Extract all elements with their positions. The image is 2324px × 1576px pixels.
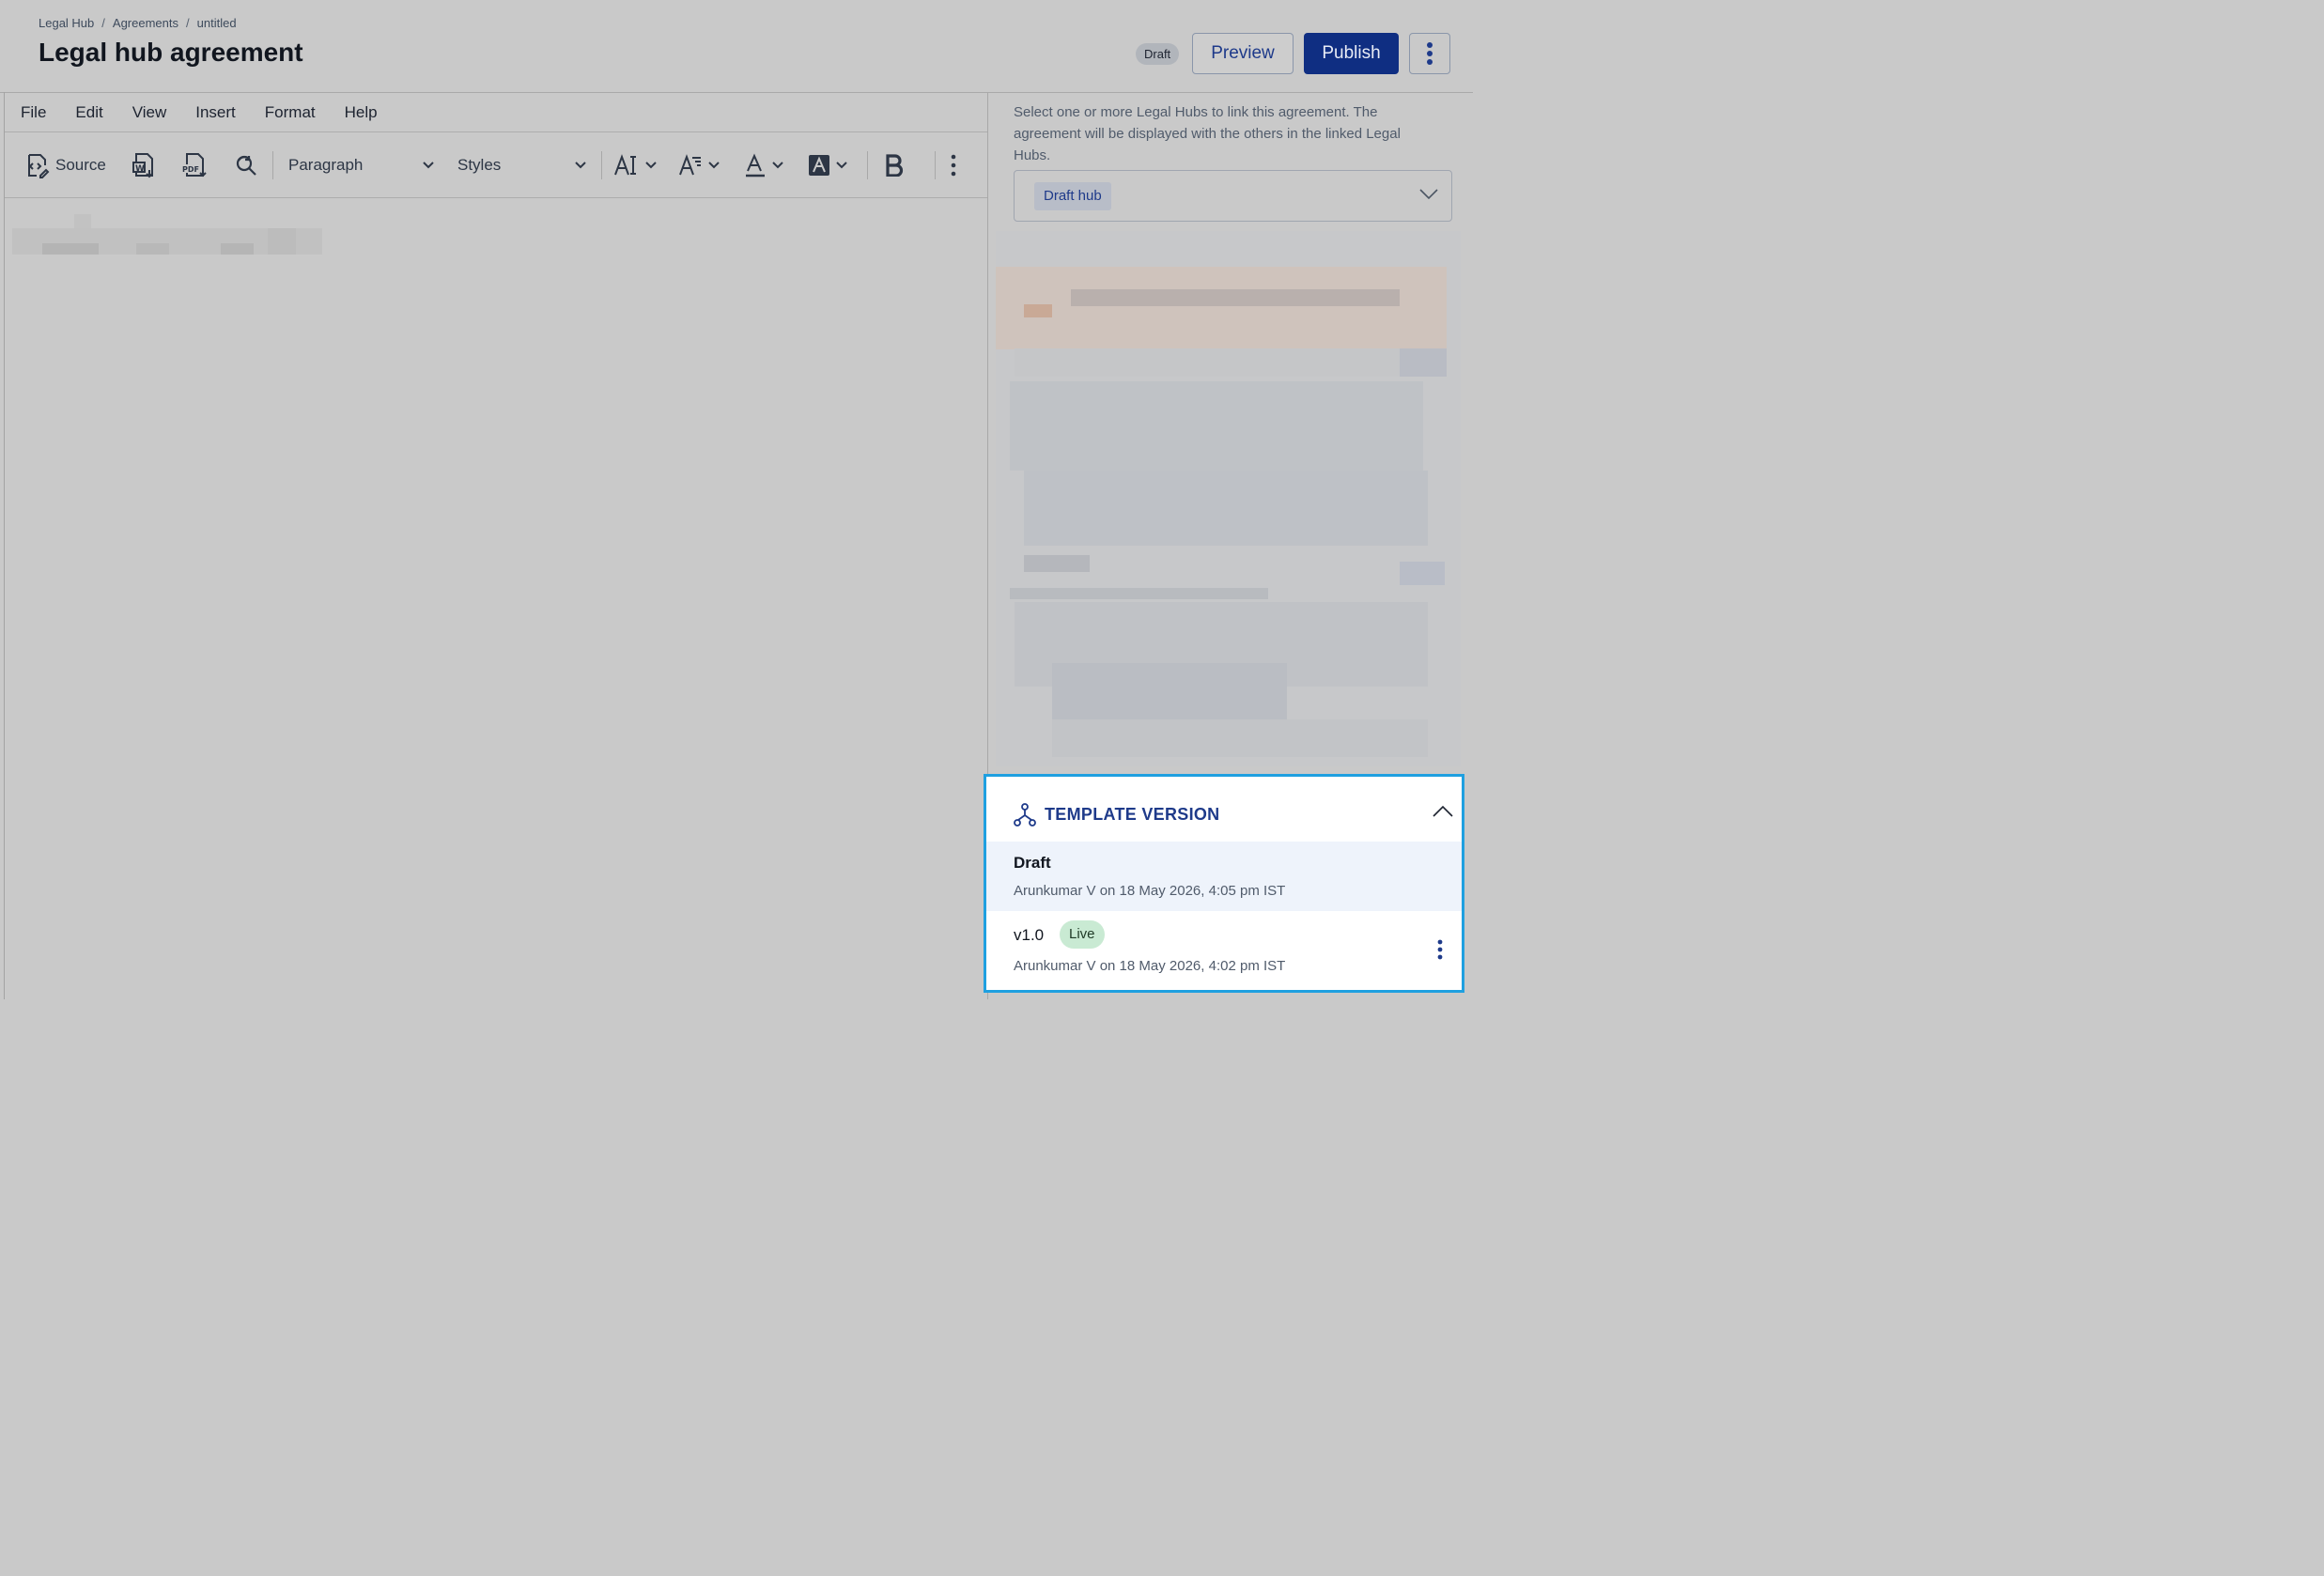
preview-button[interactable]: Preview bbox=[1192, 33, 1294, 74]
font-family-icon bbox=[679, 153, 701, 175]
more-actions-button[interactable] bbox=[1409, 33, 1450, 74]
version-branch-icon bbox=[1014, 803, 1036, 827]
svg-text:PDF: PDF bbox=[182, 165, 199, 174]
chevron-up-icon[interactable] bbox=[1433, 805, 1453, 817]
status-badge: Draft bbox=[1136, 43, 1180, 65]
breadcrumb: Legal Hub / Agreements / untitled bbox=[39, 16, 237, 30]
legal-hub-description: Select one or more Legal Hubs to link th… bbox=[1014, 104, 1401, 163]
menu-view[interactable]: View bbox=[116, 103, 180, 122]
export-pdf-button[interactable]: PDF bbox=[180, 132, 209, 197]
legal-hub-select[interactable]: Draft hub bbox=[1014, 170, 1452, 222]
highlight-color-dropdown[interactable] bbox=[808, 132, 847, 197]
toolbar-separator bbox=[867, 151, 868, 179]
toolbar-more-button[interactable] bbox=[950, 132, 957, 197]
blurred-panel-content bbox=[996, 231, 1461, 766]
font-color-icon bbox=[746, 153, 765, 177]
breadcrumb-separator: / bbox=[101, 16, 105, 30]
breadcrumb-separator: / bbox=[186, 16, 190, 30]
paragraph-dropdown[interactable]: Paragraph bbox=[288, 132, 434, 197]
toolbar-separator bbox=[935, 151, 936, 179]
page-title: Legal hub agreement bbox=[39, 38, 303, 67]
template-version-header[interactable]: TEMPLATE VERSION bbox=[986, 777, 1462, 841]
paragraph-label: Paragraph bbox=[288, 155, 364, 174]
menu-help[interactable]: Help bbox=[329, 103, 391, 122]
version-row-v1[interactable]: v1.0 Live Arunkumar V on 18 May 2026, 4:… bbox=[986, 911, 1462, 990]
version-meta: Arunkumar V on 18 May 2026, 4:02 pm IST bbox=[1014, 958, 1286, 974]
source-button[interactable]: Source bbox=[23, 132, 106, 197]
version-name: Draft bbox=[1014, 854, 1051, 872]
source-code-icon bbox=[28, 153, 50, 178]
template-version-title: TEMPLATE VERSION bbox=[1045, 805, 1220, 824]
chevron-down-icon bbox=[575, 161, 586, 168]
chevron-down-icon bbox=[708, 161, 720, 168]
publish-button[interactable]: Publish bbox=[1304, 33, 1399, 74]
menu-format[interactable]: Format bbox=[249, 103, 329, 122]
background-color-icon bbox=[809, 154, 829, 176]
bold-button[interactable] bbox=[884, 132, 905, 197]
selected-hub-chip[interactable]: Draft hub bbox=[1034, 182, 1111, 210]
font-size-dropdown[interactable] bbox=[613, 132, 657, 197]
svg-text:W: W bbox=[135, 164, 145, 174]
find-replace-icon bbox=[236, 155, 256, 176]
menu-edit[interactable]: Edit bbox=[59, 103, 116, 122]
word-export-icon: W bbox=[132, 152, 153, 178]
bold-icon bbox=[886, 153, 904, 177]
pdf-export-icon: PDF bbox=[182, 152, 207, 177]
breadcrumb-current: untitled bbox=[196, 16, 237, 30]
chevron-down-icon bbox=[1419, 189, 1438, 200]
font-size-icon bbox=[614, 153, 636, 175]
version-meta: Arunkumar V on 18 May 2026, 4:05 pm IST bbox=[1014, 883, 1286, 899]
editor-menubar: File Edit View Insert Format Help bbox=[5, 93, 987, 132]
kebab-icon[interactable] bbox=[1436, 939, 1444, 960]
breadcrumb-agreements[interactable]: Agreements bbox=[113, 16, 178, 30]
kebab-icon bbox=[1427, 42, 1433, 65]
menu-insert[interactable]: Insert bbox=[179, 103, 249, 122]
editor-content[interactable] bbox=[5, 198, 987, 999]
chevron-down-icon bbox=[772, 161, 783, 168]
chevron-down-icon bbox=[645, 161, 657, 168]
chevron-down-icon bbox=[836, 161, 847, 168]
toolbar-separator bbox=[272, 151, 273, 179]
version-name: v1.0 bbox=[1014, 926, 1045, 944]
toolbar-separator bbox=[601, 151, 602, 179]
find-replace-button[interactable] bbox=[232, 132, 258, 197]
font-color-dropdown[interactable] bbox=[744, 132, 783, 197]
version-row-draft[interactable]: Draft Arunkumar V on 18 May 2026, 4:05 p… bbox=[986, 842, 1462, 911]
menu-file[interactable]: File bbox=[5, 103, 59, 122]
blurred-content bbox=[12, 214, 322, 260]
kebab-icon bbox=[951, 154, 956, 176]
live-badge: Live bbox=[1060, 920, 1105, 949]
styles-dropdown[interactable]: Styles bbox=[457, 132, 586, 197]
source-label: Source bbox=[55, 155, 106, 174]
editor-toolbar: Source W PDF Paragraph Styles bbox=[5, 132, 987, 198]
line-height-dropdown[interactable] bbox=[678, 132, 720, 197]
export-word-button[interactable]: W bbox=[131, 132, 157, 197]
template-version-panel: TEMPLATE VERSION Draft Arunkumar V on 18… bbox=[984, 774, 1464, 993]
styles-label: Styles bbox=[457, 155, 502, 174]
chevron-down-icon bbox=[423, 161, 434, 168]
breadcrumb-legal-hub[interactable]: Legal Hub bbox=[39, 16, 94, 30]
